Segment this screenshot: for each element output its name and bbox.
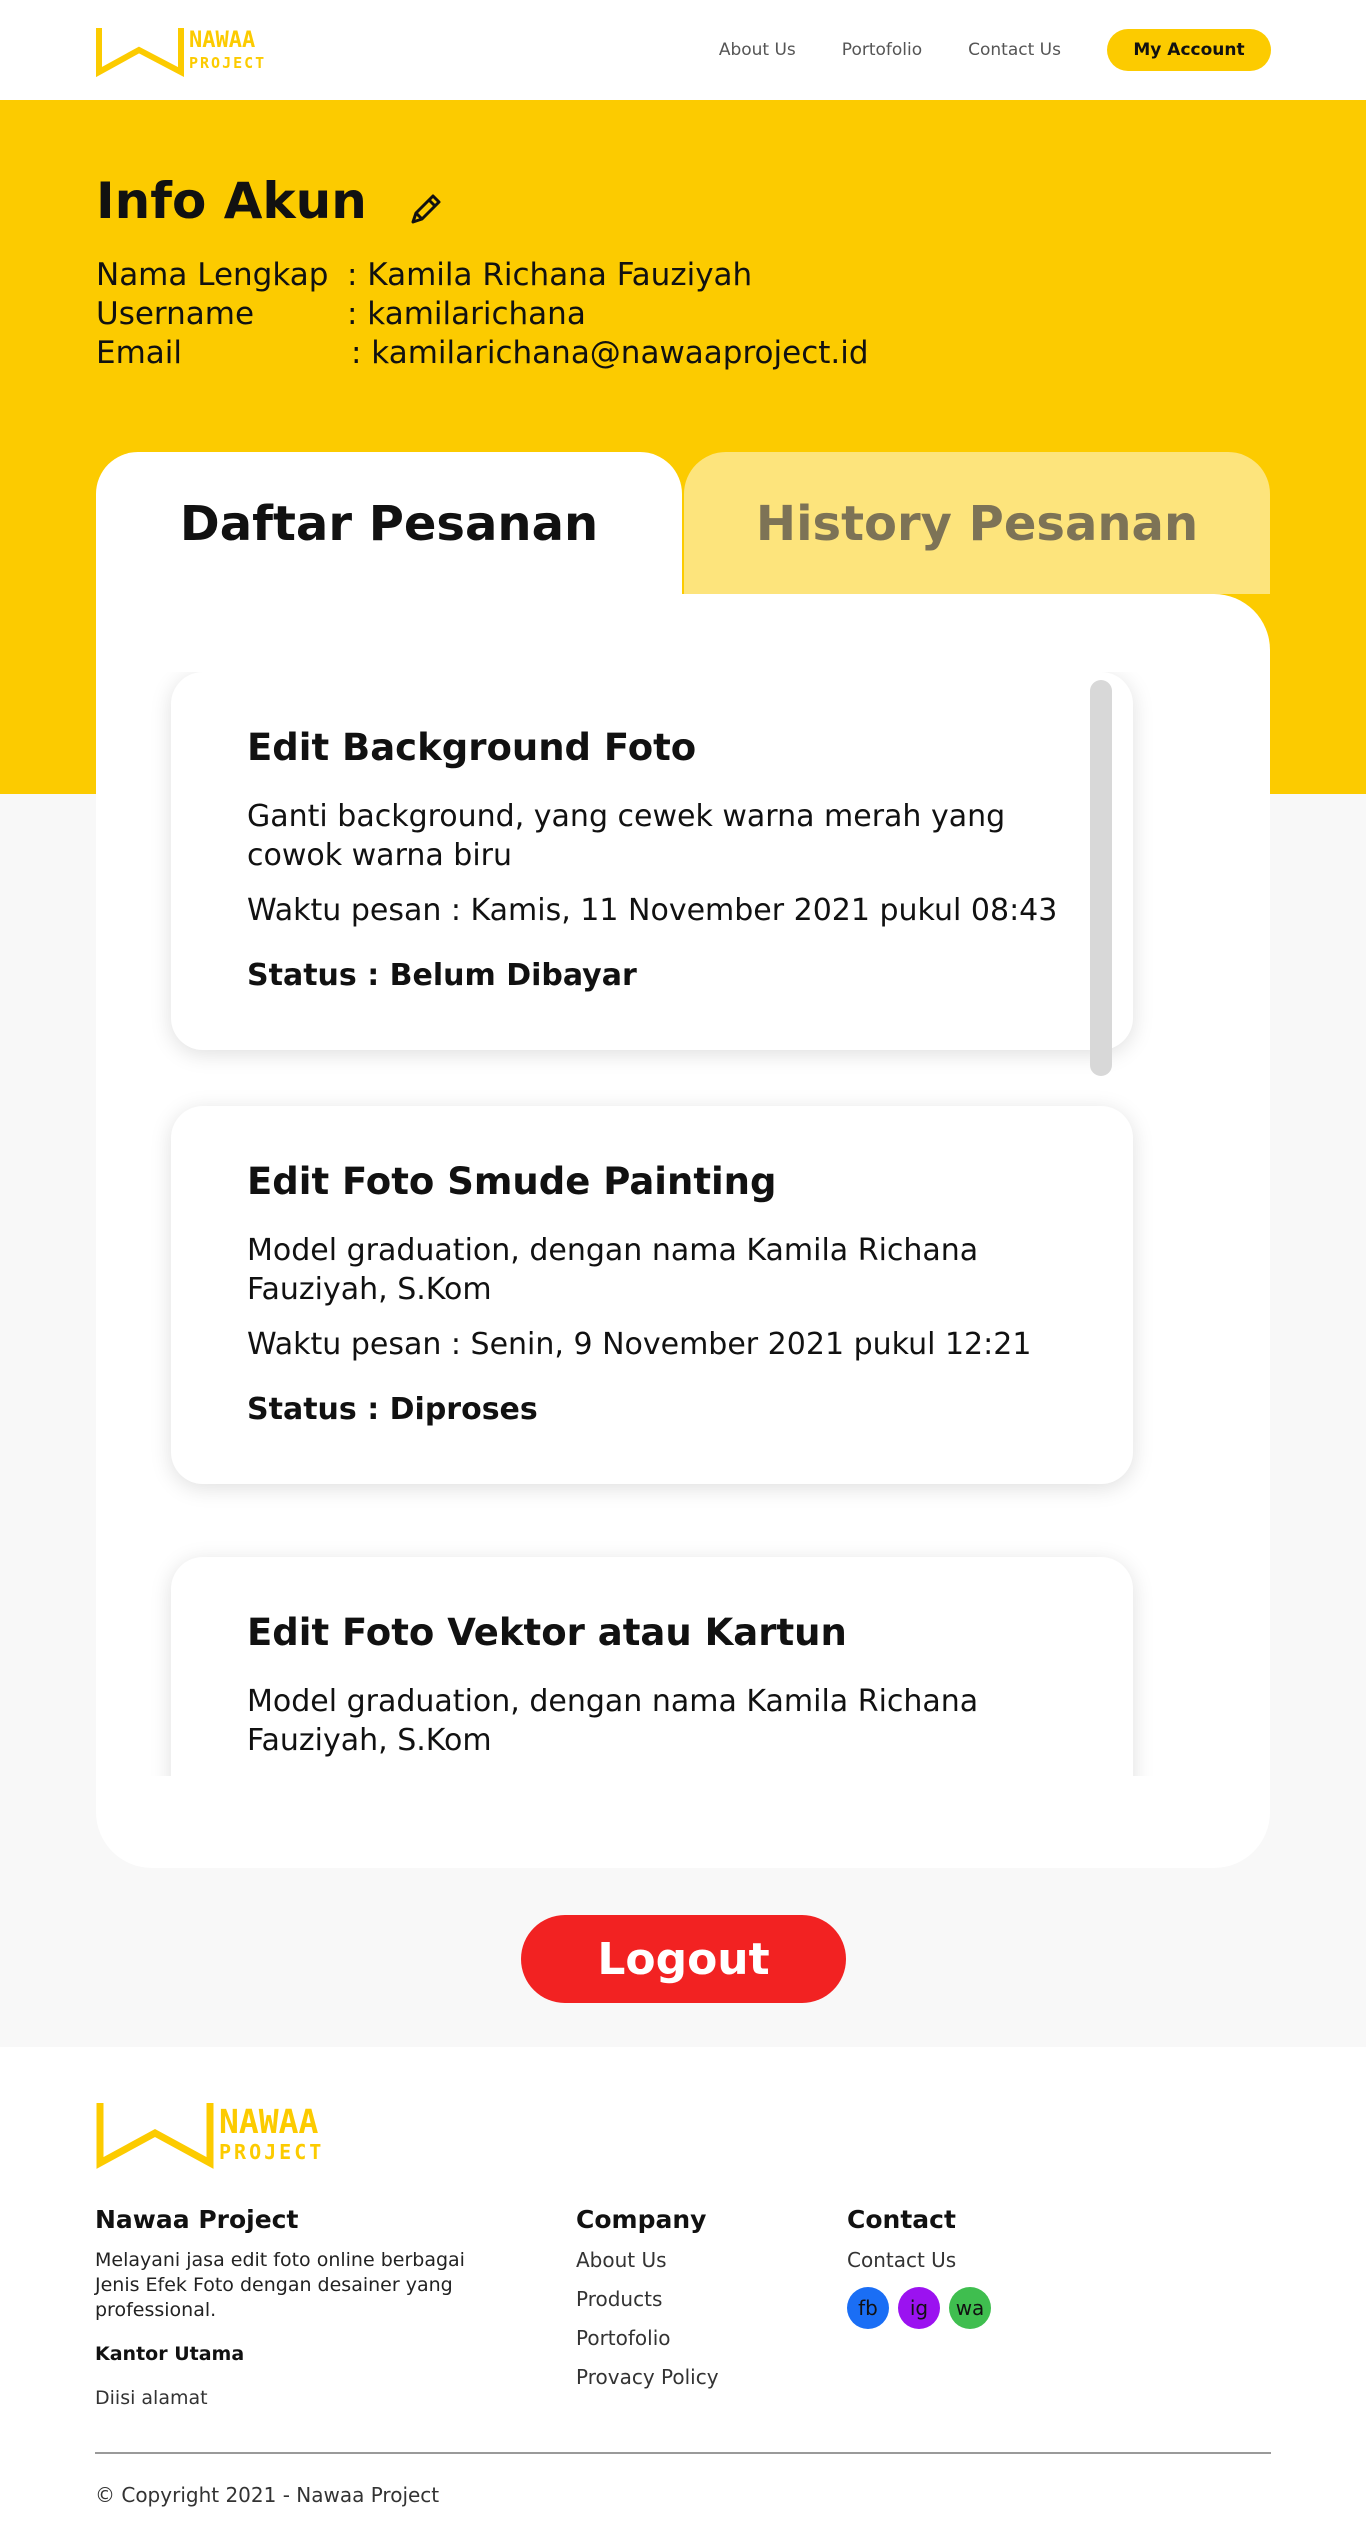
navbar: NAWAA PROJECT About Us Portofolio Contac…: [0, 0, 1366, 100]
info-label: Email: [96, 335, 183, 371]
info-label: Nama Lengkap: [96, 257, 329, 293]
footer-brand-text: Melayani jasa edit foto online berbagai …: [95, 2249, 465, 2321]
footer-logo-line1: NAWAA: [219, 2101, 319, 2141]
logo-mark-icon: [96, 28, 184, 78]
logout-button[interactable]: Logout: [521, 1915, 846, 2003]
orders-panel: History Pesanan Daftar Pesanan Edit Back…: [96, 452, 1270, 1868]
nav-link-portofolio[interactable]: Portofolio: [842, 40, 922, 60]
info-value: : kamilarichana@nawaaproject.id: [351, 335, 869, 371]
order-card[interactable]: Edit Foto Smude Painting Model graduatio…: [171, 1106, 1133, 1484]
order-card[interactable]: Edit Background Foto Ganti background, y…: [171, 672, 1133, 1050]
copyright-text: © Copyright 2021 - Nawaa Project: [95, 2483, 440, 2507]
footer-company-column: Company About Us Products Portofolio Pro…: [576, 2205, 719, 2404]
nav-links: About Us Portofolio Contact Us My Accoun…: [719, 28, 1271, 72]
instagram-icon[interactable]: ig: [898, 2287, 940, 2329]
order-title: Edit Foto Vektor atau Kartun: [247, 1611, 847, 1654]
footer-logo[interactable]: NAWAA PROJECT: [95, 2095, 345, 2171]
account-info-rows: Nama Lengkap : Kamila Richana Fauziyah U…: [96, 256, 869, 373]
footer-link-privacy[interactable]: Provacy Policy: [576, 2365, 719, 2389]
footer-contact-heading: Contact: [847, 2205, 956, 2234]
footer-office-label: Kantor Utama: [95, 2343, 245, 2365]
info-value: : kamilarichana: [347, 296, 586, 332]
order-time: Waktu pesan : Kamis, 11 November 2021 pu…: [247, 893, 1058, 928]
info-row-email: Email : kamilarichana@nawaaproject.id: [96, 334, 869, 373]
info-label: Username: [96, 296, 255, 332]
order-description: Ganti background, yang cewek warna merah…: [247, 799, 1006, 873]
tab-daftar-label: Daftar Pesanan: [179, 496, 599, 552]
nav-link-contact[interactable]: Contact Us: [968, 40, 1061, 60]
footer-address: Diisi alamat: [95, 2387, 208, 2409]
order-title: Edit Background Foto: [247, 726, 697, 769]
footer-company-heading: Company: [576, 2205, 707, 2234]
nawaa-logo[interactable]: NAWAA PROJECT: [95, 22, 280, 78]
order-description: Model graduation, dengan nama Kamila Ric…: [247, 1233, 979, 1307]
info-value: : Kamila Richana Fauziyah: [347, 257, 753, 293]
footer-brand-heading: Nawaa Project: [95, 2205, 299, 2234]
tab-daftar-pesanan[interactable]: Daftar Pesanan: [96, 452, 682, 612]
orders-scrollbar[interactable]: [1090, 680, 1112, 1076]
order-card[interactable]: Edit Foto Vektor atau Kartun Model gradu…: [171, 1557, 1133, 1776]
my-account-button[interactable]: My Account: [1107, 29, 1271, 71]
footer-link-products[interactable]: Products: [576, 2287, 719, 2311]
social-links: fb ig wa: [847, 2287, 1000, 2329]
logo-line2: PROJECT: [189, 53, 267, 72]
footer-logo-text: NAWAA PROJECT: [219, 2105, 324, 2162]
pencil-icon[interactable]: [407, 182, 445, 224]
info-row-name: Nama Lengkap : Kamila Richana Fauziyah: [96, 256, 869, 295]
footer-logo-line2: PROJECT: [219, 2139, 325, 2164]
tab-history-label: History Pesanan: [755, 496, 1199, 552]
tab-history-pesanan[interactable]: History Pesanan: [684, 452, 1270, 594]
footer: NAWAA PROJECT Nawaa Project Melayani jas…: [0, 2047, 1366, 2532]
account-title-text: Info Akun: [96, 172, 367, 230]
info-row-username: Username : kamilarichana: [96, 295, 869, 334]
nav-link-about[interactable]: About Us: [719, 40, 796, 60]
order-status: Status : Belum Dibayar: [247, 958, 637, 993]
order-status: Status : Diproses: [247, 1392, 538, 1427]
footer-brand-column: Nawaa Project Melayani jasa edit foto on…: [95, 2205, 475, 2409]
order-title: Edit Foto Smude Painting: [247, 1160, 777, 1203]
footer-contact-column: Contact Contact Us fb ig wa: [847, 2205, 1000, 2329]
footer-link-about[interactable]: About Us: [576, 2248, 719, 2272]
footer-link-portofolio[interactable]: Portofolio: [576, 2326, 719, 2350]
order-description: Model graduation, dengan nama Kamila Ric…: [247, 1684, 979, 1758]
facebook-icon[interactable]: fb: [847, 2287, 889, 2329]
logo-line1: NAWAA: [189, 27, 256, 53]
logo-mark-icon: [96, 2103, 214, 2169]
order-time: Waktu pesan : Senin, 9 November 2021 puk…: [247, 1327, 1032, 1362]
footer-divider: [95, 2452, 1271, 2454]
whatsapp-icon[interactable]: wa: [949, 2287, 991, 2329]
logo-text: NAWAA PROJECT: [189, 27, 267, 72]
footer-link-contact[interactable]: Contact Us: [847, 2248, 1000, 2272]
account-info-title: Info Akun: [96, 172, 445, 230]
